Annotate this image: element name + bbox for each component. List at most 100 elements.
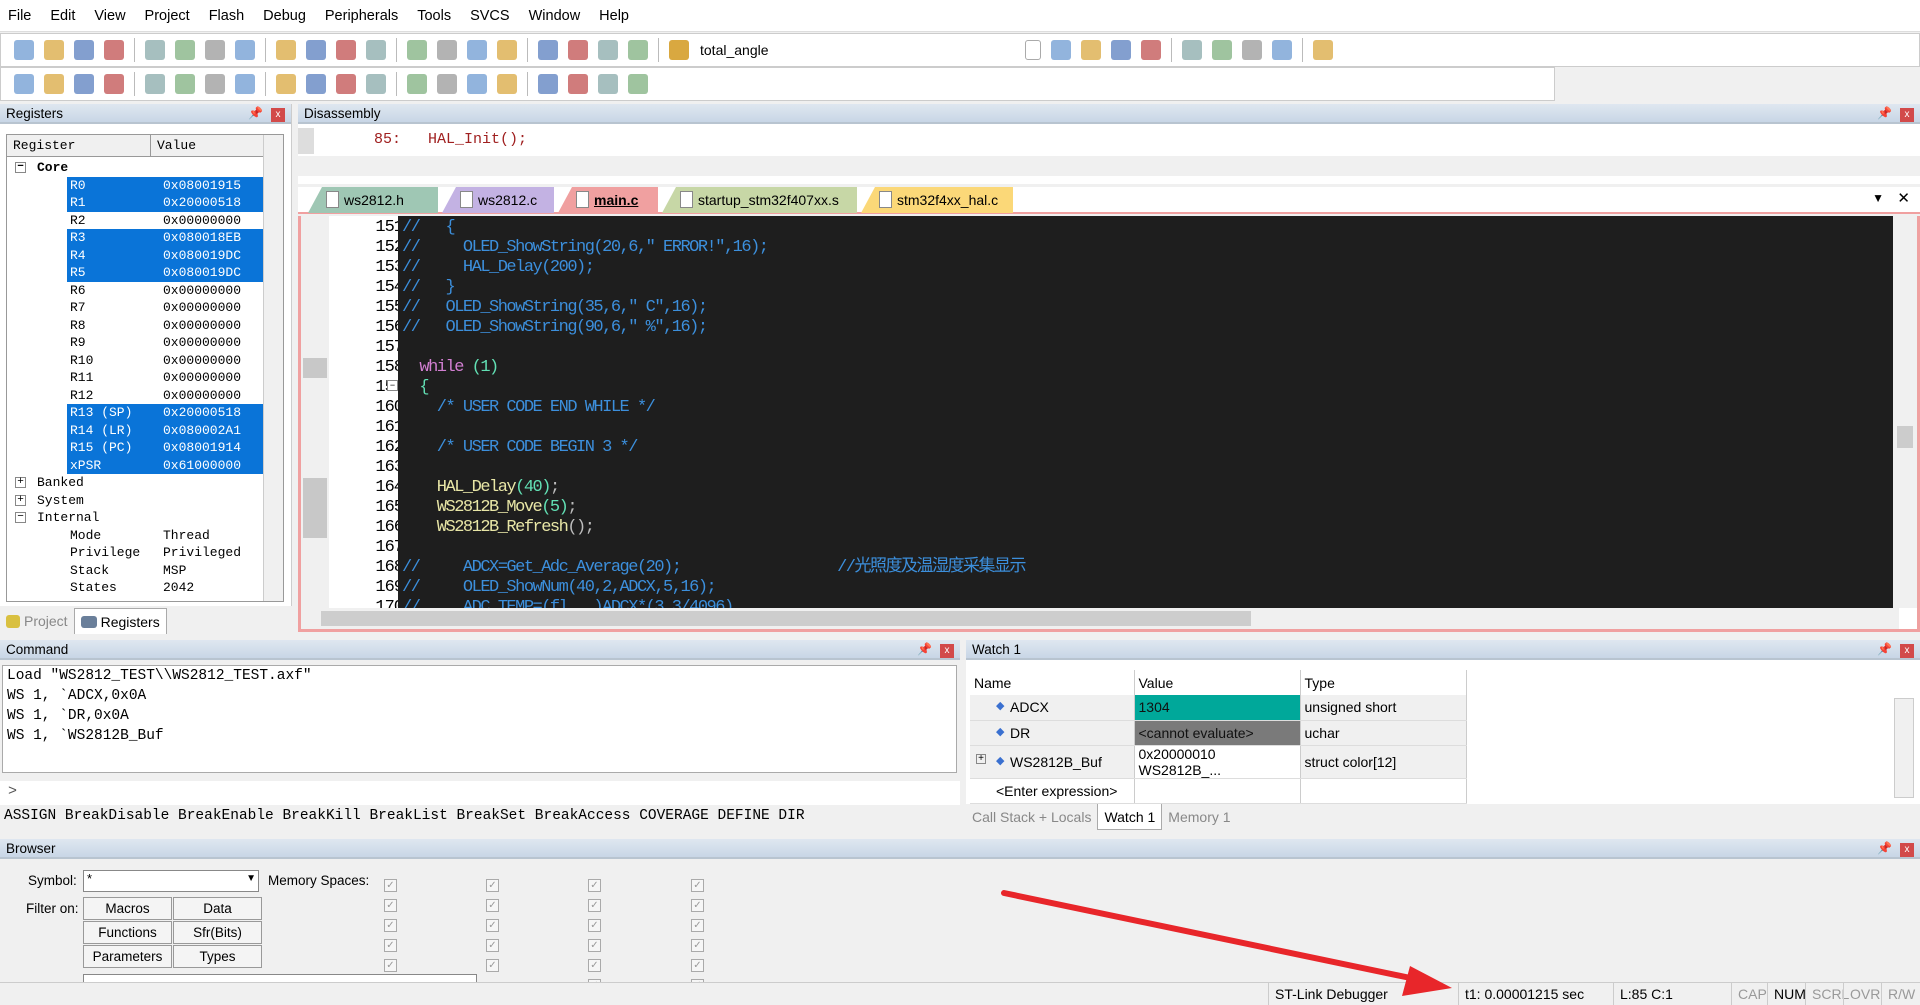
symbol-combo[interactable]: * ▼ [83, 870, 259, 892]
memory-space-checkbox[interactable]: ✓ [486, 939, 499, 952]
column-value[interactable]: Value [1134, 670, 1301, 695]
pin-icon[interactable]: 📌 [917, 642, 932, 656]
open-file-icon[interactable] [44, 40, 64, 60]
reset-icon[interactable] [14, 74, 34, 94]
code-line[interactable]: HAL_Delay(40); [402, 478, 1895, 498]
nav-back-icon[interactable] [306, 40, 326, 60]
registers-window-icon[interactable] [366, 74, 386, 94]
register-row[interactable]: R2 0x00000000 [7, 212, 263, 230]
watch-window-icon[interactable] [437, 74, 457, 94]
call-stack-window-icon[interactable] [407, 74, 427, 94]
trace-window-icon[interactable] [568, 74, 588, 94]
menu-view[interactable]: View [94, 8, 125, 24]
step-over-icon[interactable] [145, 74, 165, 94]
menu-peripherals[interactable]: Peripherals [325, 8, 398, 24]
close-icon[interactable]: x [940, 643, 954, 658]
paste-icon[interactable] [205, 40, 225, 60]
menu-help[interactable]: Help [599, 8, 629, 24]
register-row[interactable]: R14 (LR) 0x080002A1 [67, 421, 263, 439]
menu-project[interactable]: Project [145, 8, 190, 24]
system-viewer-icon[interactable] [598, 74, 618, 94]
register-row[interactable]: R8 0x00000000 [7, 317, 263, 335]
close-icon[interactable]: x [1900, 643, 1914, 658]
collapse-icon[interactable]: − [15, 162, 26, 174]
memory-space-checkbox[interactable]: ✓ [691, 919, 704, 932]
memory-window-icon[interactable] [467, 74, 487, 94]
next-bookmark-icon[interactable] [437, 40, 457, 60]
incremental-find-icon[interactable] [1081, 40, 1101, 60]
disasm-hscrollbar[interactable] [298, 156, 1920, 176]
filter-parameters-button[interactable]: Parameters [83, 945, 172, 968]
code-line[interactable]: // OLED_ShowString(20,6," ERROR!",16); [402, 238, 1895, 258]
close-icon[interactable]: x [1900, 107, 1914, 122]
tab-list-icon[interactable]: ▼ [1872, 191, 1884, 205]
breakpoint-disable-icon[interactable] [1182, 40, 1202, 60]
pin-icon[interactable]: 📌 [1877, 642, 1892, 656]
group-banked[interactable]: + Banked [7, 474, 263, 492]
register-row[interactable]: xPSR 0x61000000 [67, 456, 263, 474]
menu-debug[interactable]: Debug [263, 8, 306, 24]
column-name[interactable]: Name [970, 670, 1135, 695]
file-tab[interactable]: stm32f4xx_hal.c [861, 187, 1013, 213]
memory-space-checkbox[interactable]: ✓ [691, 899, 704, 912]
code-line[interactable]: // } [402, 278, 1895, 298]
column-type[interactable]: Type [1300, 670, 1467, 695]
register-row[interactable]: R0 0x08001915 [67, 176, 263, 194]
find-combo[interactable]: total_angle [700, 38, 910, 62]
watch-row[interactable]: ◆ + WS2812B_Buf 0x20000010 WS2812B_... struc… [970, 745, 1467, 779]
register-row[interactable]: R13 (SP) 0x20000518 [67, 404, 263, 422]
file-tab[interactable]: main.c [558, 187, 658, 213]
save-icon[interactable] [74, 40, 94, 60]
code-line[interactable]: // OLED_ShowString(35,6," C",16); [402, 298, 1895, 318]
menu-window[interactable]: Window [529, 8, 581, 24]
code-line[interactable]: // { [402, 218, 1895, 238]
copy-icon[interactable] [175, 40, 195, 60]
run-to-cursor-icon[interactable] [205, 74, 225, 94]
menu-tools[interactable]: Tools [417, 8, 451, 24]
memory-space-checkbox[interactable]: ✓ [588, 959, 601, 972]
enter-expression[interactable]: <Enter expression> [970, 778, 1135, 804]
memory-space-checkbox[interactable]: ✓ [384, 959, 397, 972]
expand-icon[interactable]: + [15, 477, 26, 489]
group-system[interactable]: + System [7, 492, 263, 510]
register-row[interactable]: R7 0x00000000 [7, 299, 263, 317]
watch-value[interactable]: <cannot evaluate> [1134, 720, 1301, 746]
code-line[interactable]: // ADCX=Get_Adc_Average(20); //光照度及温湿度采集… [402, 558, 1895, 578]
registers-scrollbar[interactable] [263, 135, 283, 601]
filter-data-button[interactable]: Data [173, 897, 262, 920]
memory-space-checkbox[interactable]: ✓ [588, 899, 601, 912]
memory-space-checkbox[interactable]: ✓ [384, 899, 397, 912]
filter-types-button[interactable]: Types [173, 945, 262, 968]
register-row[interactable]: R6 0x00000000 [7, 282, 263, 300]
filter-sfr-bits--button[interactable]: Sfr(Bits) [173, 921, 262, 944]
clear-bookmarks-icon[interactable] [467, 40, 487, 60]
unindent-icon[interactable] [538, 40, 558, 60]
pin-icon[interactable]: 📌 [1877, 841, 1892, 855]
undo-icon[interactable] [235, 40, 255, 60]
close-icon[interactable]: x [1900, 842, 1914, 857]
show-next-statement-icon[interactable] [235, 74, 255, 94]
chevron-down-icon[interactable]: ▼ [246, 873, 256, 884]
code-editor[interactable]: 1511521531541551561571581591601611621631… [298, 216, 1920, 632]
menu-flash[interactable]: Flash [209, 8, 244, 24]
code-line[interactable]: // ADC_TEMP=(fl...)ADCX*(3.3/4096) [402, 598, 1895, 608]
close-icon[interactable]: x [271, 107, 285, 122]
register-row[interactable]: R11 0x00000000 [7, 369, 263, 387]
register-row[interactable]: R12 0x00000000 [7, 387, 263, 405]
code-line[interactable]: // OLED_ShowString(90,6," %",16); [402, 318, 1895, 338]
file-tab[interactable]: startup_stm32f407xx.s [662, 187, 857, 213]
memory-space-checkbox[interactable]: ✓ [486, 919, 499, 932]
code-line[interactable]: /* USER CODE END WHILE */ [402, 398, 1895, 418]
register-row[interactable]: R10 0x00000000 [7, 352, 263, 370]
register-row[interactable]: R1 0x20000518 [67, 194, 263, 212]
analysis-window-icon[interactable] [538, 74, 558, 94]
register-row[interactable]: Stack MSP [7, 562, 263, 580]
watch-row[interactable]: ◆ ADCX 1304 unsigned short [970, 695, 1467, 721]
code-line[interactable]: // HAL_Delay(200); [402, 258, 1895, 278]
editor-vscrollbar[interactable] [1893, 216, 1917, 608]
code-line[interactable]: WS2812B_Refresh(); [402, 518, 1895, 538]
register-row[interactable]: Privilege Privileged [7, 544, 263, 562]
prev-bookmark-icon[interactable] [407, 40, 427, 60]
tab-memory-1[interactable]: Memory 1 [1162, 804, 1236, 830]
find-in-files-icon[interactable] [628, 40, 648, 60]
